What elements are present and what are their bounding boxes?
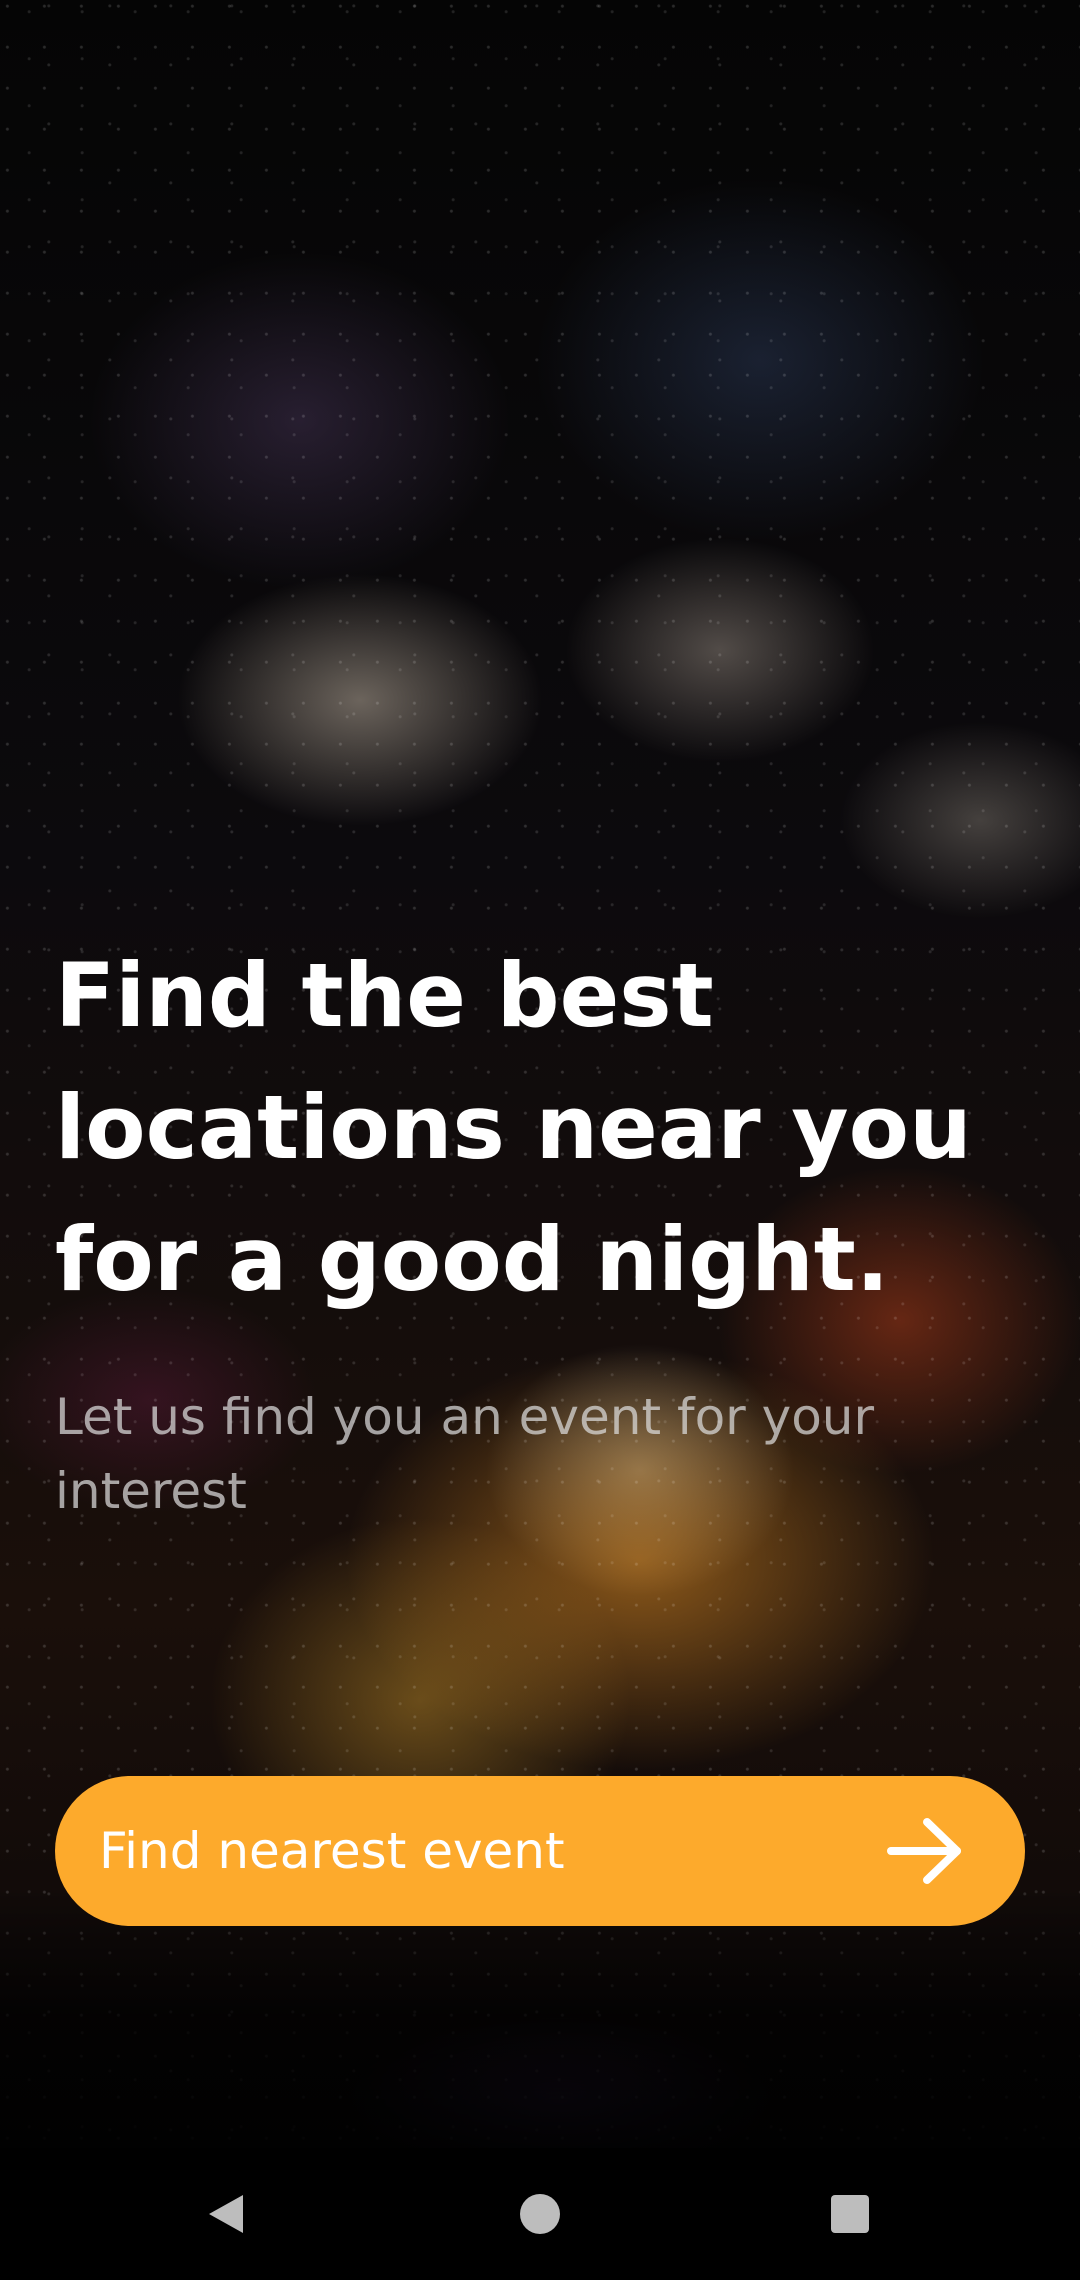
nav-home-button[interactable]: [474, 2148, 606, 2280]
nav-back-button[interactable]: [160, 2148, 292, 2280]
find-nearest-event-button[interactable]: Find nearest event: [55, 1776, 1025, 1926]
arrow-right-icon: [885, 1816, 965, 1886]
crowd-silhouette: [0, 1888, 1080, 2148]
recents-square-icon: [831, 2195, 869, 2233]
system-navigation-bar: [0, 2148, 1080, 2280]
back-triangle-icon: [209, 2195, 243, 2233]
find-nearest-event-label: Find nearest event: [99, 1822, 565, 1880]
nav-recents-button[interactable]: [784, 2148, 916, 2280]
home-circle-icon: [520, 2194, 560, 2234]
onboarding-screen: Find the best locations near you for a g…: [0, 0, 1080, 2280]
hero-subtitle: Let us find you an event for your intere…: [55, 1388, 875, 1520]
hero-headline: Find the best locations near you for a g…: [55, 944, 972, 1311]
